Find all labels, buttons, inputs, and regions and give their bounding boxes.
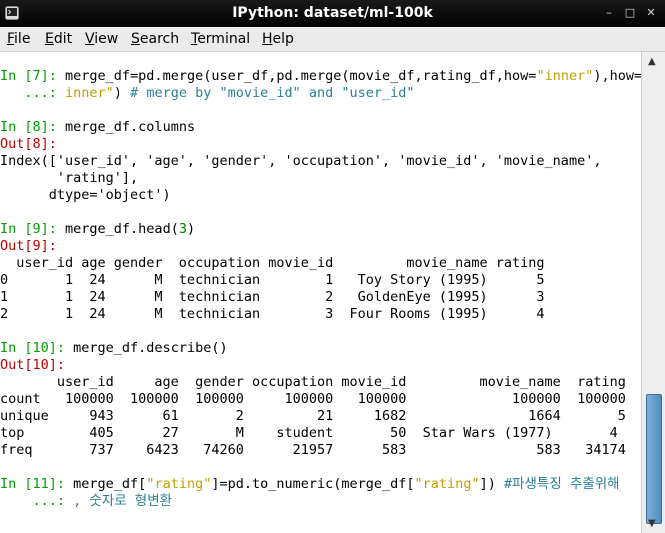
terminal-output[interactable]: In [7]: merge_df=pd.merge(user_df,pd.mer… [0, 52, 641, 533]
menu-bar: File Edit View Search Terminal Help [0, 27, 665, 52]
input-line-11-cont: ...: , 숫자로 형변환 [0, 493, 173, 509]
describe-table-row: count 100000 100000 100000 100000 100000… [0, 391, 626, 407]
scrollbar-thumb[interactable] [646, 394, 662, 524]
describe-table-header: user_id age gender occupation movie_id m… [0, 374, 626, 390]
output-prompt-10: Out[10]: [0, 357, 66, 373]
menu-edit[interactable]: Edit [45, 27, 72, 51]
output-line: dtype='object') [0, 187, 171, 203]
describe-table-row: top 405 27 M student 50 Star Wars (1977)… [0, 425, 618, 441]
input-line-7-cont: ...: inner") # merge by "movie_id" and "… [0, 85, 415, 101]
input-line-10: In [10]: merge_df.describe() [0, 340, 228, 356]
input-line-8: In [8]: merge_df.columns [0, 119, 196, 135]
output-prompt-8: Out[8]: [0, 136, 57, 152]
scroll-up-arrow-icon[interactable]: ▲ [648, 56, 656, 67]
title-bar: IPython: dataset/ml-100k – □ ✕ [0, 0, 665, 28]
output-prompt-9: Out[9]: [0, 238, 57, 254]
menu-search[interactable]: Search [131, 27, 179, 51]
head-table-row: 1 1 24 M technician 2 GoldenEye (1995) 3 [0, 289, 545, 305]
terminal-window: IPython: dataset/ml-100k – □ ✕ File Edit… [0, 0, 665, 533]
menu-help[interactable]: Help [262, 27, 294, 51]
describe-table-row: freq 737 6423 74260 21957 583 583 34174 [0, 442, 626, 458]
menu-file[interactable]: File [7, 27, 30, 51]
output-line: Index(['user_id', 'age', 'gender', 'occu… [0, 153, 602, 169]
head-table-row: 0 1 24 M technician 1 Toy Story (1995) 5 [0, 272, 545, 288]
head-table-header: user_id age gender occupation movie_id m… [0, 255, 545, 271]
input-line-11: In [11]: merge_df["rating"]=pd.to_numeri… [0, 476, 620, 492]
describe-table-row: unique 943 61 2 21 1682 1664 5 [0, 408, 626, 424]
head-table-row: 2 1 24 M technician 3 Four Rooms (1995) … [0, 306, 545, 322]
window-title: IPython: dataset/ml-100k [232, 5, 433, 21]
scroll-down-arrow-icon[interactable]: ▼ [648, 518, 656, 529]
menu-view[interactable]: View [85, 27, 118, 51]
input-line-9: In [9]: merge_df.head(3) [0, 221, 196, 237]
menu-terminal[interactable]: Terminal [191, 27, 250, 51]
vertical-scrollbar[interactable]: ▲ ▼ [641, 52, 665, 533]
input-line-7: In [7]: merge_df=pd.merge(user_df,pd.mer… [0, 68, 641, 84]
close-icon[interactable]: ✕ [645, 7, 657, 19]
minimize-icon[interactable]: – [603, 7, 615, 19]
output-line: 'rating'], [0, 170, 139, 186]
maximize-icon[interactable]: □ [624, 7, 636, 19]
